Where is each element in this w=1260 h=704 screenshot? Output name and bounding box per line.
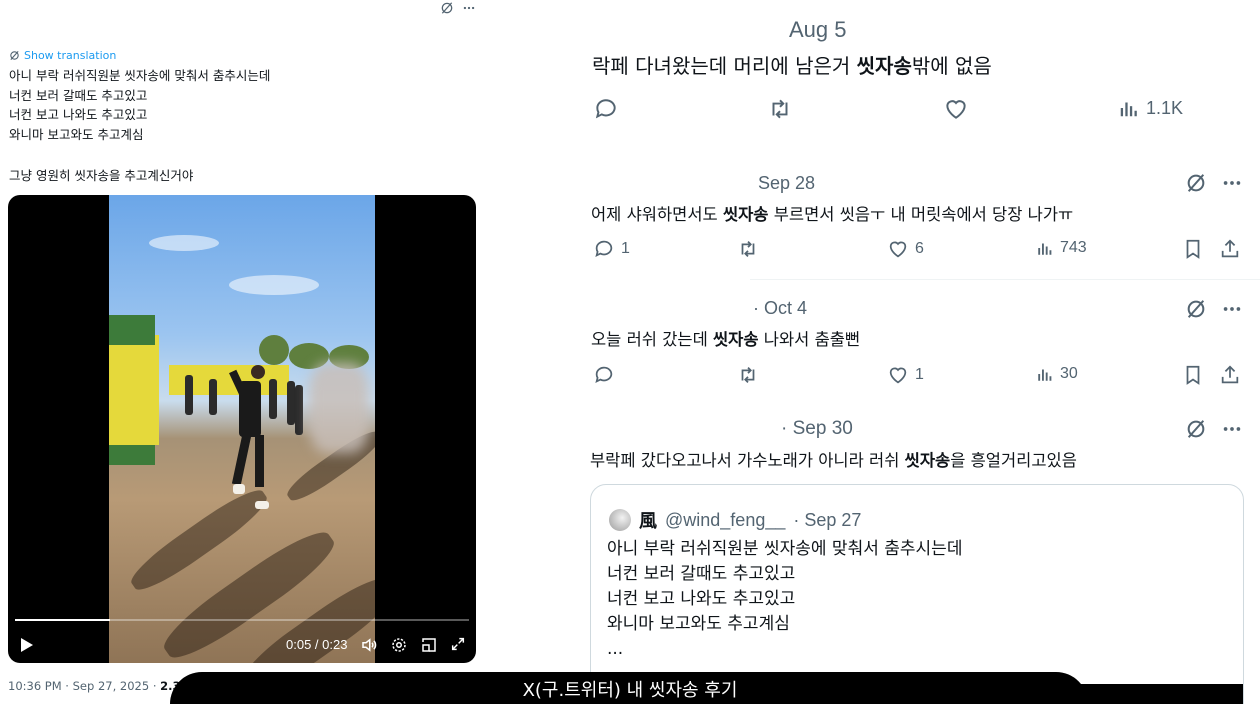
- reply-stat[interactable]: 1: [593, 238, 630, 260]
- post-actions: 1 30: [593, 364, 1253, 392]
- volume-icon[interactable]: [360, 636, 378, 654]
- video-controls: 0:05 / 0:23: [8, 633, 476, 657]
- repost-icon[interactable]: [736, 364, 760, 386]
- post-corner-actions: [1185, 172, 1243, 194]
- quoted-line: 너컨 보러 갈때도 추고있고: [607, 564, 796, 584]
- reply-icon[interactable]: [593, 364, 615, 386]
- views-icon: [1038, 243, 1052, 255]
- grok-icon[interactable]: [1185, 418, 1207, 440]
- top-actions: [440, 1, 476, 15]
- post-actions: 1.1K: [593, 96, 1253, 124]
- post-text-highlight: 씻자송: [856, 54, 912, 78]
- quoted-line: ...: [607, 639, 624, 659]
- grok-icon[interactable]: [1185, 298, 1207, 320]
- more-icon[interactable]: [1221, 418, 1243, 440]
- like-icon[interactable]: [943, 96, 969, 122]
- quoted-line: 아니 부락 러쉬직원분 씻자송에 맞춰서 춤추시는데: [607, 539, 963, 559]
- tweet-tail-line: 그냥 영원히 씻자송을 추고계신거야: [9, 168, 194, 183]
- grok-icon[interactable]: [1185, 172, 1207, 194]
- views-icon: [1120, 102, 1137, 117]
- bookmark-icon[interactable]: [1182, 364, 1204, 386]
- left-tweet-panel: Show translation 아니 부락 러쉬직원분 씻자송에 맞춰서 춤추…: [0, 0, 560, 704]
- caption-text: X(구.트위터) 내 씻자송 후기: [522, 680, 738, 701]
- post-date[interactable]: · Oct 4: [753, 298, 807, 319]
- quoted-line: 와니마 보고와도 추고계심: [607, 614, 790, 634]
- views-stat[interactable]: 743: [1036, 238, 1087, 258]
- more-icon[interactable]: [1221, 172, 1243, 194]
- repost-icon[interactable]: [766, 96, 794, 122]
- post-date[interactable]: Sep 28: [758, 173, 815, 194]
- reply-icon: [595, 240, 613, 258]
- grok-icon: [10, 51, 19, 60]
- post-text: 어제 샤워하면서도 씻자송 부르면서 씻음ㅜ 내 머릿속에서 당장 나가ㅠ: [591, 201, 1073, 225]
- views-icon: [1038, 369, 1052, 381]
- post-text-highlight: 씻자송: [713, 330, 759, 349]
- tweet-line: 너컨 보러 갈때도 추고있고: [9, 87, 148, 103]
- quoted-post-card[interactable]: 風 @wind_feng__ · Sep 27 아니 부락 러쉬직원분 씻자송에…: [590, 484, 1244, 704]
- like-icon: [889, 241, 907, 258]
- post-text: 부락페 갔다오고나서 가수노래가 아니라 러쉬 씻자송을 흥얼거리고있음: [590, 447, 1077, 471]
- post-text-part: 오늘 러쉬 갔는데: [591, 330, 713, 349]
- video-progress-bar[interactable]: [15, 619, 469, 621]
- post-actions: 1 6 743: [593, 238, 1253, 266]
- post-text-part: 락페 다녀왔는데 머리에 남은거: [592, 54, 857, 78]
- views-stat[interactable]: 1.1K: [1118, 96, 1183, 120]
- post-date[interactable]: Aug 5: [789, 17, 847, 43]
- like-count: 1: [915, 366, 924, 383]
- show-translation-link[interactable]: Show translation: [9, 49, 116, 62]
- quoted-post-date[interactable]: · Sep 27: [793, 510, 861, 531]
- video-time: 0:05 / 0:23: [286, 637, 348, 652]
- like-stat[interactable]: 1: [887, 364, 924, 386]
- tweet-line: 아니 부락 러쉬직원분 씻자송에 맞춰서 춤추시는데: [9, 68, 271, 83]
- show-translation-label: Show translation: [24, 49, 117, 62]
- views-stat[interactable]: 30: [1036, 364, 1078, 384]
- divider: [750, 279, 1260, 280]
- tweet-body: 아니 부락 러쉬직원분 씻자송에 맞춰서 춤추시는데 너컨 보러 갈때도 추고있…: [9, 66, 270, 144]
- video-frame: [109, 195, 375, 663]
- video-player[interactable]: 0:05 / 0:23: [8, 195, 476, 663]
- bookmark-icon[interactable]: [1182, 238, 1204, 260]
- post-text-part: 나와서 춤출뻔: [758, 330, 861, 349]
- post-text-part: 밖에 없음: [911, 54, 992, 78]
- views-count: 1.1K: [1146, 97, 1184, 118]
- quoted-author-handle[interactable]: @wind_feng__: [665, 510, 785, 531]
- post-text-part: 부르면서 씻음ㅜ 내 머릿속에서 당장 나가ㅠ: [768, 205, 1074, 224]
- quoted-line: 너컨 보고 나와도 추고있고: [607, 589, 796, 609]
- pip-icon[interactable]: [420, 636, 438, 654]
- settings-icon[interactable]: [390, 636, 408, 654]
- tweet-line: 와니마 보고와도 추고계심: [9, 126, 144, 142]
- post-text-part: 어제 샤워하면서도: [591, 205, 723, 224]
- post-text-highlight: 씻자송: [904, 451, 951, 470]
- post-date[interactable]: · Sep 30: [781, 418, 853, 440]
- post-text-part: 을 흥얼거리고있음: [950, 451, 1077, 470]
- video-progress-fill: [15, 619, 111, 621]
- like-stat[interactable]: 6: [887, 238, 924, 260]
- share-icon[interactable]: [1219, 364, 1241, 386]
- post-text: 락페 다녀왔는데 머리에 남은거 씻자송밖에 없음: [592, 50, 992, 79]
- quoted-post-body: 아니 부락 러쉬직원분 씻자송에 맞춰서 춤추시는데 너컨 보러 갈때도 추고있…: [607, 537, 962, 662]
- post-text-part: 부락페 갔다오고나서 가수노래가 아니라 러쉬: [590, 451, 905, 470]
- reply-icon[interactable]: [593, 96, 619, 122]
- like-icon: [889, 367, 907, 384]
- quoted-author-name[interactable]: 風: [639, 507, 657, 533]
- post-text: 오늘 러쉬 갔는데 씻자송 나와서 춤출뻔: [591, 326, 860, 350]
- quoted-post-header: 風 @wind_feng__ · Sep 27: [609, 507, 861, 533]
- post-corner-actions: [1185, 298, 1243, 320]
- reply-count: 1: [621, 240, 630, 257]
- fullscreen-icon[interactable]: [450, 636, 466, 652]
- like-count: 6: [915, 240, 924, 257]
- right-posts-panel: Aug 5 락페 다녀왔는데 머리에 남은거 씻자송밖에 없음 1.1K Sep…: [560, 0, 1260, 704]
- repost-icon[interactable]: [736, 238, 760, 260]
- more-icon[interactable]: [462, 1, 476, 15]
- avatar[interactable]: [609, 509, 631, 531]
- share-icon[interactable]: [1219, 238, 1241, 260]
- grok-icon[interactable]: [440, 1, 454, 15]
- more-icon[interactable]: [1221, 298, 1243, 320]
- views-count: 743: [1060, 239, 1087, 256]
- post-corner-actions: [1185, 418, 1243, 440]
- tweet-line: 너컨 보고 나와도 추고있고: [9, 107, 148, 122]
- play-icon[interactable]: [20, 637, 34, 653]
- views-count: 30: [1060, 365, 1078, 382]
- post-text-highlight: 씻자송: [722, 205, 769, 224]
